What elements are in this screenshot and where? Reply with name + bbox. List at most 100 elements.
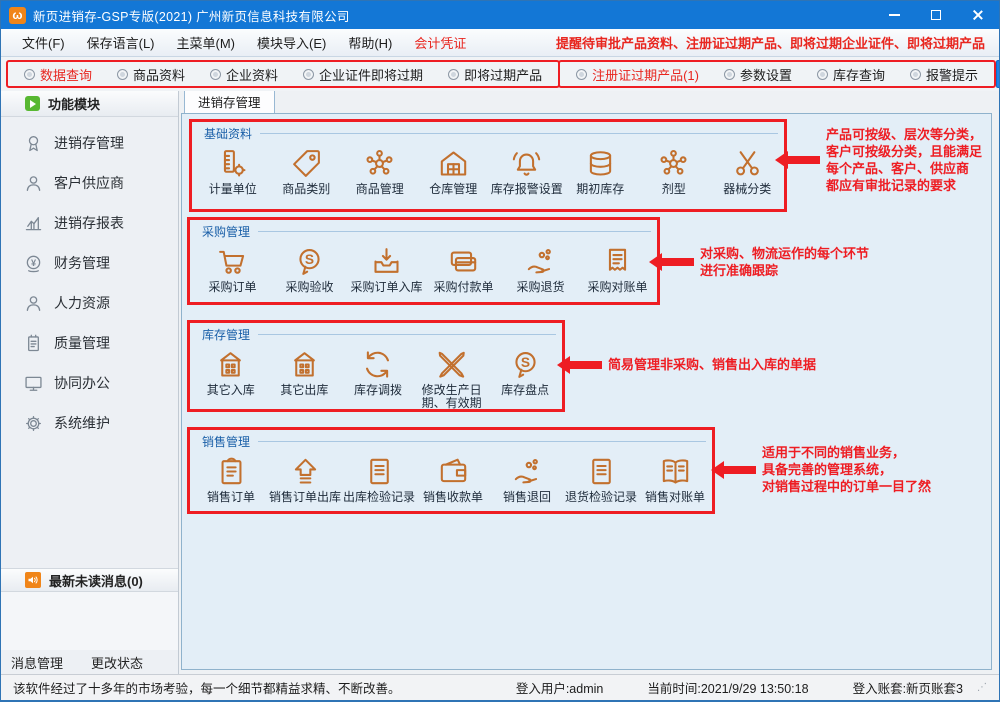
module-product-management[interactable]: 商品管理 [343, 145, 417, 196]
red-arrow-left-icon [570, 361, 602, 369]
my-workbench-button[interactable]: 我的工作台 [996, 60, 1000, 88]
person-icon [23, 173, 44, 194]
module-sales-return[interactable]: 销售退回 [490, 453, 564, 504]
annotation-inventory: 简易管理非采购、销售出入库的单据 [570, 356, 816, 373]
module-purchase-statement[interactable]: 采购对账单 [579, 243, 656, 294]
toolbar-product-data[interactable]: 商品资料 [117, 65, 185, 84]
module-purchase-acceptance[interactable]: 采购验收 [271, 243, 348, 294]
module-warehouse-management[interactable]: 仓库管理 [417, 145, 491, 196]
module-purchase-payment[interactable]: 采购付款单 [425, 243, 502, 294]
radio-icon [210, 69, 221, 80]
minimize-button[interactable] [873, 1, 915, 29]
pencils-icon [435, 348, 468, 381]
sidebar-item-finance[interactable]: 财务管理 [1, 243, 178, 283]
hand-coins-icon [524, 245, 557, 278]
menu-help[interactable]: 帮助(H) [337, 29, 403, 56]
module-sales-receipt[interactable]: 销售收款单 [416, 453, 490, 504]
radio-icon [910, 69, 921, 80]
statusbar: 该软件经过了十多年的市场考验，每一个细节都精益求精、不断改善。 登入用户:adm… [1, 674, 999, 700]
minimize-icon [889, 14, 900, 16]
scissors-icon [731, 147, 764, 180]
red-arrow-left-icon [662, 258, 694, 266]
toolbar-group-2: 注册证过期产品(1) 参数设置 库存查询 报警提示 [558, 60, 996, 88]
module-device-classification[interactable]: 器械分类 [711, 145, 785, 196]
status-motto: 该软件经过了十多年的市场考验，每一个细节都精益求精、不断改善。 [13, 678, 401, 697]
sidebar-item-hr[interactable]: 人力资源 [1, 283, 178, 323]
close-icon [972, 9, 984, 21]
toolbar-parameter-settings[interactable]: 参数设置 [724, 65, 792, 84]
module-other-inbound[interactable]: 其它入库 [194, 346, 268, 410]
module-other-outbound[interactable]: 其它出库 [268, 346, 342, 410]
section-title: 采购管理 [190, 220, 657, 240]
notebook-icon [23, 333, 44, 354]
sidebar-item-collaboration[interactable]: 协同办公 [1, 363, 178, 403]
module-stock-alarm-settings[interactable]: 库存报警设置 [490, 145, 564, 196]
sidebar-item-maintenance[interactable]: 系统维护 [1, 403, 178, 443]
toolbar-alarm-prompt[interactable]: 报警提示 [910, 65, 978, 84]
tag-icon [290, 147, 323, 180]
ruler-gear-icon [216, 147, 249, 180]
radio-icon [448, 69, 459, 80]
building-icon [214, 348, 247, 381]
module-measuring-unit[interactable]: 计量单位 [196, 145, 270, 196]
close-button[interactable] [957, 1, 999, 29]
module-opening-stock[interactable]: 期初库存 [564, 145, 638, 196]
menu-language[interactable]: 保存语言(L) [76, 29, 166, 56]
radio-icon [24, 69, 35, 80]
status-current-time: 当前时间:2021/9/29 13:50:18 [647, 678, 808, 697]
app-window: ω 新页进销存-GSP专版(2021) 广州新页信息科技有限公司 文件(F) 保… [0, 0, 1000, 702]
module-purchase-return[interactable]: 采购退货 [502, 243, 579, 294]
annotation-sales: 适用于不同的销售业务， 具备完善的管理系统， 对销售过程中的订单一目了然 [724, 444, 931, 495]
monitor-icon [23, 373, 44, 394]
toolbar-license-expiring[interactable]: 企业证件即将过期 [303, 65, 423, 84]
module-purchase-order[interactable]: 采购订单 [194, 243, 271, 294]
status-account-set: 登入账套:新页账套3 [853, 678, 963, 697]
sidebar-item-quality[interactable]: 质量管理 [1, 323, 178, 363]
sidebar-item-invoicing[interactable]: 进销存管理 [1, 123, 178, 163]
maximize-button[interactable] [915, 1, 957, 29]
module-sales-order[interactable]: 销售订单 [194, 453, 268, 504]
module-sales-order-outbound[interactable]: 销售订单出库 [268, 453, 342, 504]
resize-grip-icon[interactable]: ⋰ [977, 682, 987, 693]
toolbar-data-query[interactable]: 数据查询 [24, 65, 92, 84]
change-status-link[interactable]: 更改状态 [91, 653, 143, 672]
module-purchase-order-inbound[interactable]: 采购订单入库 [348, 243, 425, 294]
module-edit-dates[interactable]: 修改生产日期、有效期 [415, 346, 489, 410]
toolbar-products-expiring[interactable]: 即将过期产品 [448, 65, 542, 84]
section-sales: 销售管理 销售订单 销售订单出库 出库检验记录 销售收款单 销售退回 退货检验记… [187, 427, 715, 514]
seal-icon [293, 245, 326, 278]
section-title: 基础资料 [192, 122, 784, 142]
toolbar-inventory-query[interactable]: 库存查询 [817, 65, 885, 84]
message-management-link[interactable]: 消息管理 [11, 653, 63, 672]
menu-file[interactable]: 文件(F) [11, 29, 76, 56]
module-stocktaking[interactable]: 库存盘点 [488, 346, 562, 410]
toolbar-registration-expired[interactable]: 注册证过期产品(1) [576, 65, 699, 84]
warehouse-icon [437, 147, 470, 180]
tab-invoicing-management[interactable]: 进销存管理 [184, 88, 275, 113]
tabstrip: 进销存管理 [181, 91, 992, 113]
unread-messages-header[interactable]: 最新未读消息(0) [1, 568, 178, 592]
wallet-icon [437, 455, 470, 488]
module-dosage-form[interactable]: 剂型 [637, 145, 711, 196]
module-stock-transfer[interactable]: 库存调拨 [341, 346, 415, 410]
module-outbound-inspection[interactable]: 出库检验记录 [342, 453, 416, 504]
menu-main[interactable]: 主菜单(M) [166, 29, 247, 56]
cards-icon [447, 245, 480, 278]
red-arrow-left-icon [788, 156, 820, 164]
module-sales-statement[interactable]: 销售对账单 [638, 453, 712, 504]
module-return-inspection[interactable]: 退货检验记录 [564, 453, 638, 504]
menu-module-import[interactable]: 模块导入(E) [246, 29, 337, 56]
arrow-up-icon [289, 455, 322, 488]
module-content: 基础资料 计量单位 商品类别 商品管理 仓库管理 库存报警设置 期初库存 剂型 … [181, 113, 992, 670]
cart-icon [216, 245, 249, 278]
radio-icon [817, 69, 828, 80]
sidebar-header: 功能模块 [1, 91, 178, 117]
cycle-icon [361, 348, 394, 381]
sidebar-item-reports[interactable]: 进销存报表 [1, 203, 178, 243]
seal-icon [509, 348, 542, 381]
molecule-icon [363, 147, 396, 180]
sidebar-item-customers-suppliers[interactable]: 客户供应商 [1, 163, 178, 203]
toolbar-enterprise-data[interactable]: 企业资料 [210, 65, 278, 84]
menu-accounting-voucher[interactable]: 会计凭证 [403, 29, 477, 56]
module-product-category[interactable]: 商品类别 [270, 145, 344, 196]
